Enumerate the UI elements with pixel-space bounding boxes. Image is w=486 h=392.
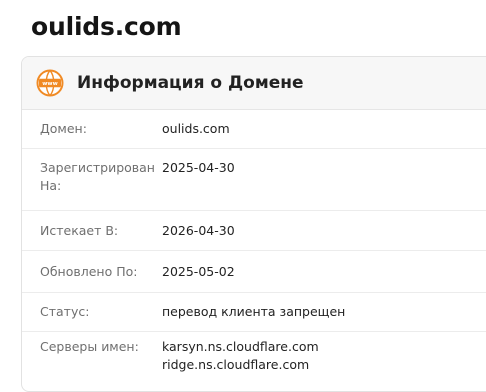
- row-label: Статус:: [40, 304, 90, 319]
- svg-text:www: www: [42, 81, 58, 87]
- row-value: 2025-05-02: [162, 263, 235, 279]
- card-header: www Информация о Домене: [22, 57, 486, 110]
- info-row-status: Статус: перевод клиента запрещен: [22, 293, 486, 332]
- nameserver-item: ridge.ns.cloudflare.com: [162, 357, 310, 372]
- info-row-registered: Зарегистрирован На: 2025-04-30: [22, 149, 486, 211]
- info-row-expires: Истекает В: 2026-04-30: [22, 211, 486, 251]
- info-row-nameservers: Серверы имен: karsyn.ns.cloudflare.com r…: [22, 332, 486, 382]
- card-title: Информация о Домене: [77, 73, 304, 93]
- row-label: Зарегистрирован На:: [40, 160, 155, 193]
- row-label: Истекает В:: [40, 222, 119, 238]
- info-row-domain: Домен: oulids.com: [22, 110, 486, 149]
- nameserver-list: karsyn.ns.cloudflare.com ridge.ns.cloudf…: [162, 338, 319, 374]
- domain-info-card: www Информация о Домене Домен: oulids.co…: [21, 56, 486, 392]
- page-title: oulids.com: [31, 12, 182, 41]
- status-value: перевод клиента запрещен: [162, 304, 346, 319]
- row-value: 2026-04-30: [162, 222, 235, 238]
- info-row-updated: Обновлено По: 2025-05-02: [22, 251, 486, 293]
- row-value: 2025-04-30: [162, 160, 235, 175]
- row-label: Домен:: [40, 121, 87, 136]
- row-label: Обновлено По:: [40, 263, 138, 279]
- row-value: oulids.com: [162, 121, 230, 136]
- row-label: Серверы имен:: [40, 339, 139, 354]
- www-globe-icon: www: [36, 69, 64, 97]
- nameserver-item: karsyn.ns.cloudflare.com: [162, 339, 319, 354]
